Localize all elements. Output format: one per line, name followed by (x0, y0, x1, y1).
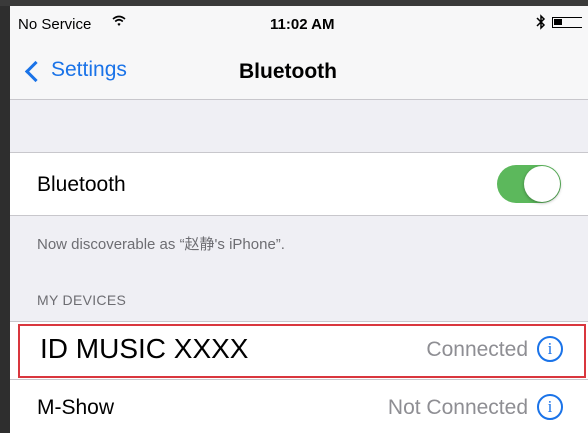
device-name: ID MUSIC XXXX (40, 333, 249, 364)
status-time: 11:02 AM (270, 16, 335, 33)
device-status: Not Connected (387, 396, 528, 419)
navigation-bar: No Service 11:02 AM Settings Bluetooth (10, 6, 588, 100)
discoverable-note: Now discoverable as “赵静's iPhone”. (37, 236, 285, 253)
bluetooth-row: Bluetooth (10, 152, 588, 216)
battery-level (554, 19, 562, 25)
battery-icon (552, 17, 582, 28)
bluetooth-icon (536, 14, 546, 34)
bluetooth-row-label: Bluetooth (37, 173, 126, 196)
info-icon[interactable]: i (537, 394, 563, 420)
page-title-text: Bluetooth (239, 60, 337, 83)
device-frame-left (0, 0, 10, 433)
device-row-id-music[interactable]: ID MUSIC XXXX Connected i (10, 322, 588, 378)
settings-screen: No Service 11:02 AM Settings Bluetooth B… (10, 6, 588, 433)
my-devices-list: ID MUSIC XXXX Connected i M-Show Not Con… (10, 321, 588, 433)
info-icon[interactable]: i (537, 336, 563, 362)
page-title: Bluetooth (10, 60, 588, 84)
toggle-knob (524, 166, 560, 202)
device-status: Connected (426, 338, 528, 361)
bluetooth-toggle[interactable] (497, 165, 561, 203)
device-name: M-Show (37, 396, 115, 419)
wifi-icon (112, 14, 126, 31)
device-row-m-show[interactable]: M-Show Not Connected i (10, 379, 588, 433)
status-bar: No Service 11:02 AM (10, 6, 588, 42)
carrier-label: No Service (18, 16, 92, 33)
my-devices-header: MY DEVICES (37, 292, 127, 308)
